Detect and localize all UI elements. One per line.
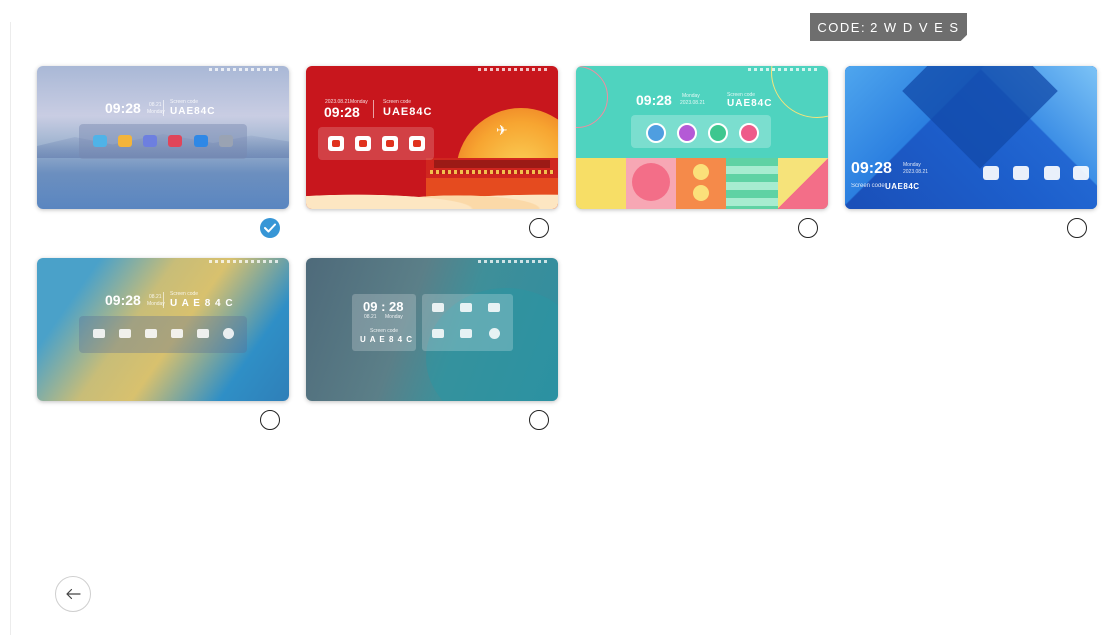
app-icon bbox=[677, 123, 697, 143]
theme-card-teal-slate[interactable]: 09 : 28 08.21 Monday Screen code U A E 8… bbox=[306, 258, 558, 401]
divider bbox=[163, 100, 164, 116]
app-icon bbox=[223, 328, 234, 339]
status-bar bbox=[478, 68, 550, 71]
arrow-left-icon bbox=[66, 588, 81, 600]
app-dock bbox=[318, 127, 434, 160]
clock-date: 08.21 bbox=[149, 294, 162, 300]
clock-date: 2023.08.21 bbox=[680, 100, 706, 106]
app-icon bbox=[983, 166, 999, 180]
clock-date: 08.21 bbox=[364, 314, 377, 320]
app-icon bbox=[1013, 166, 1029, 180]
screen-code: UAE84C bbox=[727, 98, 773, 109]
clock-widget: 09 : 28 08.21 Monday Screen code U A E 8… bbox=[352, 294, 416, 351]
theme-card-red-celebration[interactable]: ✈ 2023.08.21 Monday 09:28 Screen code UA… bbox=[306, 66, 558, 209]
decor-ring bbox=[576, 66, 608, 128]
theme-radio[interactable] bbox=[1067, 218, 1087, 238]
app-icon bbox=[1044, 166, 1060, 180]
pattern-band bbox=[576, 158, 828, 209]
screen-code-label: Screen code bbox=[370, 328, 399, 334]
app-icon bbox=[168, 135, 182, 147]
screen-code-label: Screen code bbox=[851, 183, 885, 189]
left-divider bbox=[10, 22, 11, 635]
clock-time: 09:28 bbox=[636, 92, 672, 108]
clock-date: 2023.08.21 bbox=[903, 169, 929, 175]
app-icon bbox=[143, 135, 157, 147]
app-icon bbox=[328, 136, 344, 151]
clock-day: Monday bbox=[682, 93, 700, 99]
clock-time: 09:28 bbox=[851, 160, 892, 177]
divider bbox=[163, 292, 164, 308]
screen-code: U A E 8 4 C bbox=[360, 335, 414, 344]
status-bar bbox=[209, 68, 281, 71]
doves: ✈ bbox=[496, 122, 508, 138]
theme-card-geometric-pastel[interactable]: 09:28 Monday 2023.08.21 Screen code UAE8… bbox=[576, 66, 828, 209]
clock-time: 09 : 28 bbox=[363, 299, 404, 314]
clock-day: Monday bbox=[903, 162, 921, 168]
theme-radio[interactable] bbox=[260, 410, 280, 430]
screen-code-label: Screen code bbox=[170, 291, 199, 297]
app-icon bbox=[118, 135, 132, 147]
screen-code-label: Screen code bbox=[170, 99, 199, 105]
check-icon bbox=[264, 223, 276, 233]
theme-radio[interactable] bbox=[529, 410, 549, 430]
app-dock bbox=[631, 115, 771, 148]
status-bar bbox=[209, 260, 281, 263]
app-dock bbox=[79, 316, 247, 353]
clipped-title-fragment bbox=[395, 0, 585, 8]
screen-code: U A E 8 4 C bbox=[170, 298, 234, 309]
app-icon bbox=[739, 123, 759, 143]
code-value: 2 W D V E S bbox=[870, 19, 960, 35]
code-prefix: CODE: bbox=[817, 19, 867, 35]
app-icon bbox=[219, 135, 233, 147]
app-icon bbox=[194, 135, 208, 147]
theme-card-blue-geometric[interactable]: 09:28 Monday 2023.08.21 Screen code UAE8… bbox=[845, 66, 1097, 209]
app-grid bbox=[422, 294, 513, 351]
clock-time: 09:28 bbox=[105, 100, 141, 116]
clouds bbox=[306, 184, 558, 209]
app-icon bbox=[93, 135, 107, 147]
theme-radio-selected[interactable] bbox=[260, 218, 280, 238]
clock-time: 09:28 bbox=[324, 104, 360, 120]
app-icon bbox=[489, 328, 500, 339]
theme-card-misty-lake[interactable]: 09:28 08.21 Monday Screen code UAE84C bbox=[37, 66, 289, 209]
screen-code: UAE84C bbox=[885, 182, 920, 191]
screen-code: UAE84C bbox=[383, 106, 433, 118]
screen-code-label: Screen code bbox=[383, 99, 412, 105]
screen-code: UAE84C bbox=[170, 106, 216, 117]
theme-radio[interactable] bbox=[798, 218, 818, 238]
app-dock bbox=[79, 124, 247, 159]
clock-time: 09:28 bbox=[105, 292, 141, 308]
back-button[interactable] bbox=[55, 576, 91, 612]
clock-day: Monday bbox=[385, 314, 403, 320]
app-icon bbox=[355, 136, 371, 151]
connection-code-badge: CODE: 2 W D V E S bbox=[810, 13, 967, 41]
status-bar bbox=[478, 260, 550, 263]
divider bbox=[373, 100, 374, 118]
app-icon bbox=[708, 123, 728, 143]
app-icon bbox=[409, 136, 425, 151]
theme-radio[interactable] bbox=[529, 218, 549, 238]
app-icon bbox=[382, 136, 398, 151]
app-icon bbox=[646, 123, 666, 143]
decor-ring bbox=[771, 66, 828, 118]
app-icon bbox=[1073, 166, 1089, 180]
clock-date: 08.21 bbox=[149, 102, 162, 108]
theme-card-gold-blue-gradient[interactable]: 09:28 08.21 Monday Screen code U A E 8 4… bbox=[37, 258, 289, 401]
